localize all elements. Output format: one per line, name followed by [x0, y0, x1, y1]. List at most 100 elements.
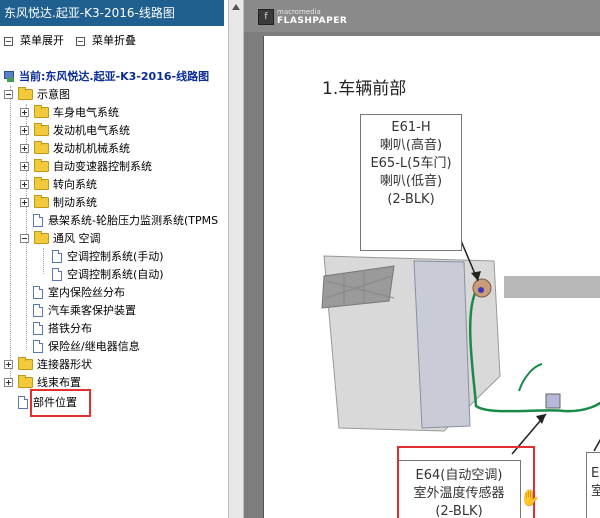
tree-node-label: 连接器形状 — [37, 358, 92, 371]
expand-menu-label: 菜单展开 — [20, 34, 64, 47]
folder-open-icon — [34, 230, 49, 244]
expand-toggle-icon[interactable] — [20, 197, 29, 207]
expand-icon — [4, 36, 13, 46]
horn-connector — [478, 287, 484, 293]
tree-node-label: 转向系统 — [53, 178, 97, 191]
expand-toggle-icon[interactable] — [20, 107, 29, 117]
folder-icon — [18, 374, 33, 388]
pointer-arrow — [593, 438, 600, 452]
tree-guide — [43, 248, 44, 274]
tree-node-label: 汽车乘客保护装置 — [48, 304, 136, 317]
tree-node-steering[interactable]: 转向系统 — [20, 176, 97, 192]
tree-node-ac-manual[interactable]: 空调控制系统(手动) — [52, 248, 164, 264]
tree-node-body-electrical[interactable]: 车身电气系统 — [20, 104, 119, 120]
folder-icon — [34, 104, 49, 118]
harness-branch — [518, 363, 543, 392]
tree-guide — [10, 86, 11, 380]
expand-toggle-icon[interactable] — [20, 143, 29, 153]
collapse-menu-button[interactable]: 菜单折叠 — [76, 32, 136, 50]
callout-line: E61-H — [391, 120, 431, 135]
document-icon — [52, 249, 62, 263]
document-icon — [18, 395, 28, 409]
selection-highlight-box — [30, 389, 91, 417]
tree-node-engine-mechanical[interactable]: 发动机机械系统 — [20, 140, 130, 156]
arrowhead — [536, 414, 546, 424]
tree-node-braking[interactable]: 制动系统 — [20, 194, 97, 210]
temp-sensor-component — [545, 393, 561, 409]
document-page[interactable]: 1.车辆前部 E61-H 喇叭(高音) E65-L(5车门) 喇叭(低音) (2… — [263, 36, 600, 518]
folder-icon — [34, 122, 49, 136]
callout-horn: E61-H 喇叭(高音) E65-L(5车门) 喇叭(低音) (2-BLK) — [360, 114, 462, 251]
tree-node-label: 空调控制系统(自动) — [67, 268, 164, 281]
callout-line: (2-BLK) — [387, 192, 435, 207]
tree-node-fuse-relay-info[interactable]: 保险丝/继电器信息 — [33, 338, 140, 354]
tree-node-label: 线束布置 — [37, 376, 81, 389]
document-icon — [33, 321, 43, 335]
bumper-beam — [504, 276, 600, 298]
flashpaper-logo: f macromedia FLASHPAPER — [258, 8, 347, 26]
document-icon — [33, 303, 43, 317]
tree-node-schematic[interactable]: 示意图 — [4, 86, 70, 102]
tree-node-tpms[interactable]: 悬架系统-轮胎压力监测系统(TPMS — [33, 212, 218, 228]
expand-toggle-icon[interactable] — [20, 125, 29, 135]
expand-toggle-icon[interactable] — [20, 161, 29, 171]
tree-node-automatic-transmission[interactable]: 自动变速器控制系统 — [20, 158, 152, 174]
tree-node-occupant-protection[interactable]: 汽车乘客保护装置 — [33, 302, 136, 318]
collapse-menu-label: 菜单折叠 — [92, 34, 136, 47]
collapse-toggle-icon[interactable] — [4, 89, 13, 99]
expand-toggle-icon[interactable] — [4, 377, 13, 387]
folder-icon — [34, 176, 49, 190]
tree-node-harness-layout[interactable]: 线束布置 — [4, 374, 81, 390]
tree-node-label: 示意图 — [37, 88, 70, 101]
tree-root-label: 当前:东风悦达.起亚-K3-2016-线路图 — [19, 70, 210, 83]
folder-icon — [34, 158, 49, 172]
tree-node-interior-fuse[interactable]: 室内保险丝分布 — [33, 284, 125, 300]
tree-node-label: 室内保险丝分布 — [48, 286, 125, 299]
vertical-scrollbar[interactable] — [228, 0, 244, 518]
folder-open-icon — [18, 86, 33, 100]
document-icon — [33, 213, 43, 227]
inner-panel — [413, 260, 471, 429]
tree-node-label: 空调控制系统(手动) — [67, 250, 164, 263]
tree-node-label: 发动机电气系统 — [53, 124, 130, 137]
callout-line: 喇叭(高音) — [379, 138, 443, 153]
tree-root[interactable]: 当前:东风悦达.起亚-K3-2016-线路图 — [4, 68, 209, 84]
callout-right-partial: E6 室 — [586, 452, 600, 518]
menu-bar: 菜单展开 菜单折叠 — [0, 32, 228, 50]
tree-node-engine-electrical[interactable]: 发动机电气系统 — [20, 122, 130, 138]
scroll-up-icon[interactable] — [232, 4, 240, 10]
folder-icon — [34, 194, 49, 208]
tree-node-label: 保险丝/继电器信息 — [48, 340, 140, 353]
tree-node-label: 车身电气系统 — [53, 106, 119, 119]
document-viewer: f macromedia FLASHPAPER 1.车辆前部 E61-H 喇叭(… — [244, 0, 600, 518]
expand-menu-button[interactable]: 菜单展开 — [4, 32, 64, 50]
tree-node-connector-shape[interactable]: 连接器形状 — [4, 356, 92, 372]
tree-node-label: 通风 空调 — [53, 232, 101, 245]
computer-icon — [4, 70, 15, 82]
tree-node-label: 悬架系统-轮胎压力监测系统(TPMS — [48, 214, 219, 227]
callout-line: E6 — [591, 466, 600, 481]
collapse-toggle-icon[interactable] — [20, 233, 29, 243]
collapse-icon — [76, 36, 85, 46]
folder-icon — [34, 140, 49, 154]
tree-node-label: 搭铁分布 — [48, 322, 92, 335]
tree-node-ground-distribution[interactable]: 搭铁分布 — [33, 320, 92, 336]
tree-node-label: 制动系统 — [53, 196, 97, 209]
document-icon — [52, 267, 62, 281]
tree-node-label: 自动变速器控制系统 — [53, 160, 152, 173]
logo-flashpaper-text: FLASHPAPER — [277, 16, 348, 26]
callout-line: 室 — [591, 484, 600, 499]
tree-node-hvac[interactable]: 通风 空调 — [20, 230, 101, 246]
hand-cursor-icon: ✋ — [520, 488, 540, 507]
tree-node-ac-auto[interactable]: 空调控制系统(自动) — [52, 266, 164, 282]
callout-highlight-box — [397, 446, 535, 518]
navigation-panel: 东风悦达.起亚-K3-2016-线路图 菜单展开 菜单折叠 当前:东风悦达.起亚… — [0, 0, 228, 518]
expand-toggle-icon[interactable] — [20, 179, 29, 189]
folder-icon — [18, 356, 33, 370]
expand-toggle-icon[interactable] — [4, 359, 13, 369]
flashpaper-icon: f — [258, 9, 274, 25]
tree-node-label: 发动机机械系统 — [53, 142, 130, 155]
window-title: 东风悦达.起亚-K3-2016-线路图 — [0, 0, 224, 26]
callout-line: 喇叭(低音) — [379, 174, 443, 189]
document-icon — [33, 339, 43, 353]
